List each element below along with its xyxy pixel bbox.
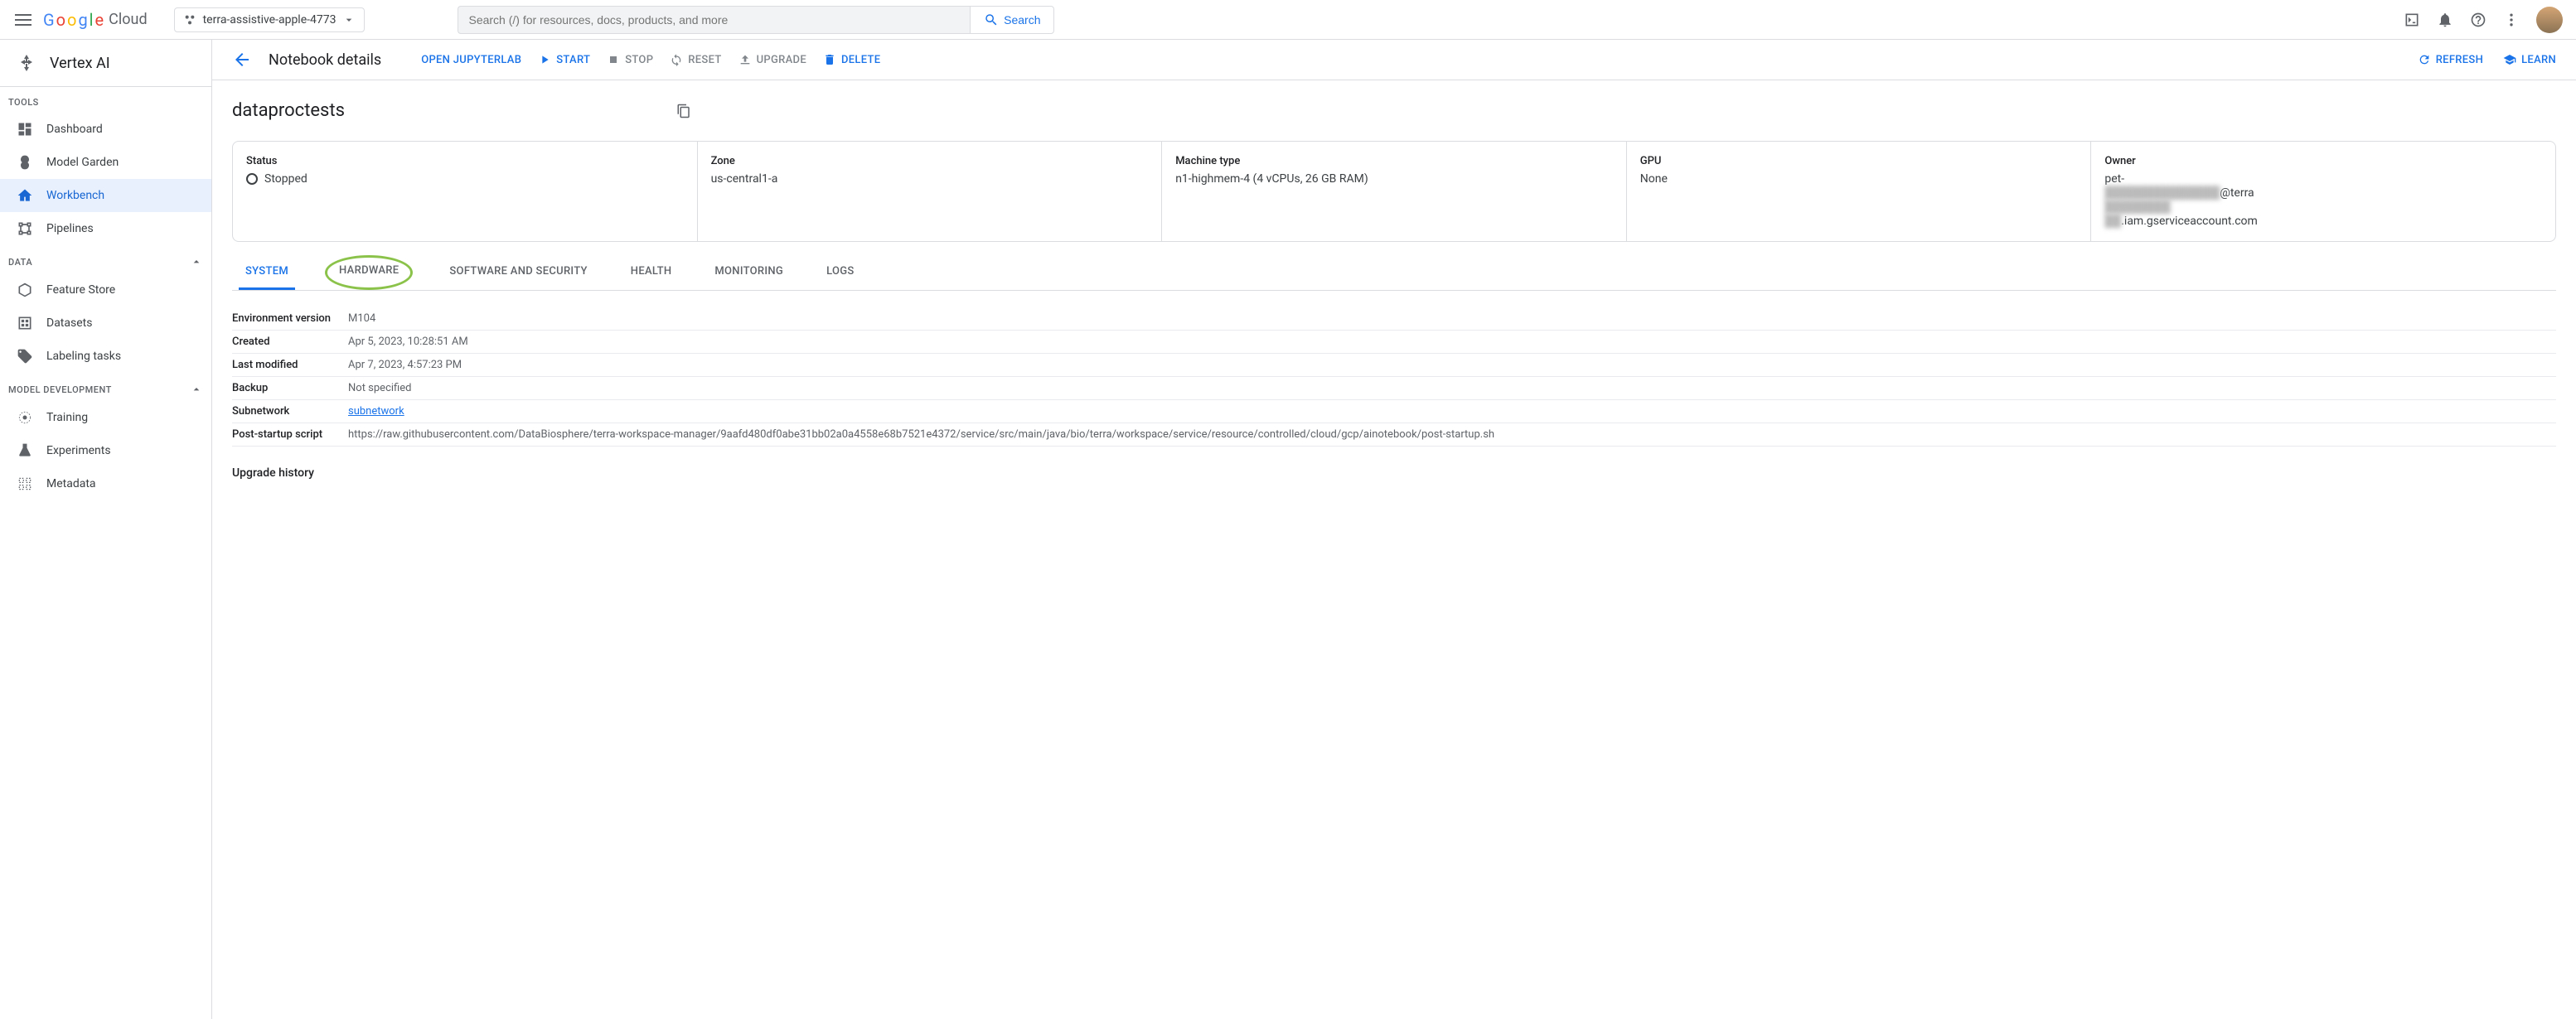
info-gpu: GPU None bbox=[1627, 142, 2092, 241]
info-machine: Machine type n1-highmem-4 (4 vCPUs, 26 G… bbox=[1162, 142, 1627, 241]
nav-labeling-tasks[interactable]: Labeling tasks bbox=[0, 340, 211, 373]
row-env-version: Environment versionM104 bbox=[232, 307, 2556, 331]
nav-dashboard[interactable]: Dashboard bbox=[0, 113, 211, 146]
back-arrow-icon[interactable] bbox=[232, 50, 252, 70]
upgrade-history-heading: Upgrade history bbox=[232, 466, 2556, 480]
details-table: Environment versionM104 CreatedApr 5, 20… bbox=[232, 307, 2556, 447]
delete-button[interactable]: DELETE bbox=[823, 53, 880, 66]
nav-experiments[interactable]: Experiments bbox=[0, 434, 211, 467]
top-header: Google Cloud terra-assistive-apple-4773 … bbox=[0, 0, 2576, 40]
header-right bbox=[2404, 7, 2563, 33]
notifications-icon[interactable] bbox=[2437, 12, 2453, 28]
reset-button[interactable]: RESET bbox=[670, 53, 721, 66]
row-post-startup: Post-startup scripthttps://raw.githubuse… bbox=[232, 423, 2556, 447]
stop-button[interactable]: STOP bbox=[607, 53, 653, 66]
dropdown-icon bbox=[342, 13, 356, 27]
resource-name: dataproctests bbox=[232, 100, 345, 121]
nav-datasets[interactable]: Datasets bbox=[0, 307, 211, 340]
project-name: terra-assistive-apple-4773 bbox=[203, 13, 337, 27]
nav-model-garden[interactable]: Model Garden bbox=[0, 146, 211, 179]
tab-software-security[interactable]: SOFTWARE AND SECURITY bbox=[443, 255, 593, 290]
learn-icon bbox=[2503, 53, 2516, 66]
nav-metadata[interactable]: Metadata bbox=[0, 467, 211, 500]
row-backup: BackupNot specified bbox=[232, 377, 2556, 400]
tab-monitoring[interactable]: MONITORING bbox=[708, 255, 790, 290]
info-owner: Owner pet- ██████████████@terra ████████… bbox=[2091, 142, 2555, 241]
vertex-ai-icon bbox=[17, 53, 36, 73]
refresh-icon bbox=[2418, 53, 2431, 66]
info-zone: Zone us-central1-a bbox=[698, 142, 1163, 241]
start-button[interactable]: START bbox=[538, 53, 590, 66]
stop-icon bbox=[607, 53, 620, 66]
section-data[interactable]: DATA bbox=[0, 245, 211, 273]
learn-button[interactable]: LEARN bbox=[2503, 53, 2556, 66]
more-icon[interactable] bbox=[2503, 12, 2520, 28]
search-icon bbox=[984, 12, 999, 27]
tab-health[interactable]: HEALTH bbox=[624, 255, 679, 290]
search-container: Search bbox=[458, 6, 1054, 34]
google-cloud-logo[interactable]: Google Cloud bbox=[43, 10, 148, 30]
search-button[interactable]: Search bbox=[970, 6, 1054, 34]
upgrade-icon bbox=[738, 53, 752, 66]
user-avatar[interactable] bbox=[2536, 7, 2563, 33]
main-menu-icon[interactable] bbox=[13, 10, 33, 30]
nav-pipelines[interactable]: Pipelines bbox=[0, 212, 211, 245]
main-content: Notebook details OPEN JUPYTERLAB START S… bbox=[212, 40, 2576, 1019]
project-icon bbox=[183, 13, 196, 27]
tab-system[interactable]: SYSTEM bbox=[239, 255, 295, 290]
chevron-up-icon bbox=[190, 383, 203, 396]
help-icon[interactable] bbox=[2470, 12, 2486, 28]
section-model-dev[interactable]: MODEL DEVELOPMENT bbox=[0, 373, 211, 401]
chevron-up-icon bbox=[190, 255, 203, 268]
row-created: CreatedApr 5, 2023, 10:28:51 AM bbox=[232, 331, 2556, 354]
tab-hardware[interactable]: HARDWARE bbox=[325, 255, 413, 290]
action-bar: Notebook details OPEN JUPYTERLAB START S… bbox=[212, 40, 2576, 80]
cloud-shell-icon[interactable] bbox=[2404, 12, 2420, 28]
subnetwork-link[interactable]: subnetwork bbox=[348, 405, 404, 418]
product-title[interactable]: Vertex AI bbox=[0, 40, 211, 87]
open-jupyterlab-button[interactable]: OPEN JUPYTERLAB bbox=[421, 54, 521, 66]
sidebar: Vertex AI TOOLS Dashboard Model Garden W… bbox=[0, 40, 212, 1019]
search-input[interactable] bbox=[458, 6, 970, 34]
copy-icon[interactable] bbox=[676, 104, 691, 118]
refresh-button[interactable]: REFRESH bbox=[2418, 53, 2483, 66]
upgrade-button[interactable]: UPGRADE bbox=[738, 53, 806, 66]
section-tools: TOOLS bbox=[0, 87, 211, 113]
reset-icon bbox=[670, 53, 683, 66]
tab-logs[interactable]: LOGS bbox=[820, 255, 861, 290]
nav-workbench[interactable]: Workbench bbox=[0, 179, 211, 212]
info-card: Status Stopped Zone us-central1-a Machin… bbox=[232, 141, 2556, 242]
tabs: SYSTEM HARDWARE SOFTWARE AND SECURITY HE… bbox=[232, 255, 2556, 291]
status-stopped-icon bbox=[246, 173, 258, 185]
row-modified: Last modifiedApr 7, 2023, 4:57:23 PM bbox=[232, 354, 2556, 377]
nav-feature-store[interactable]: Feature Store bbox=[0, 273, 211, 307]
play-icon bbox=[538, 53, 551, 66]
page-title: Notebook details bbox=[269, 51, 381, 69]
delete-icon bbox=[823, 53, 836, 66]
resource-name-row: dataproctests bbox=[232, 100, 2556, 121]
info-status: Status Stopped bbox=[233, 142, 698, 241]
row-subnetwork: Subnetworksubnetwork bbox=[232, 400, 2556, 423]
nav-training[interactable]: Training bbox=[0, 401, 211, 434]
project-selector[interactable]: terra-assistive-apple-4773 bbox=[174, 7, 366, 32]
